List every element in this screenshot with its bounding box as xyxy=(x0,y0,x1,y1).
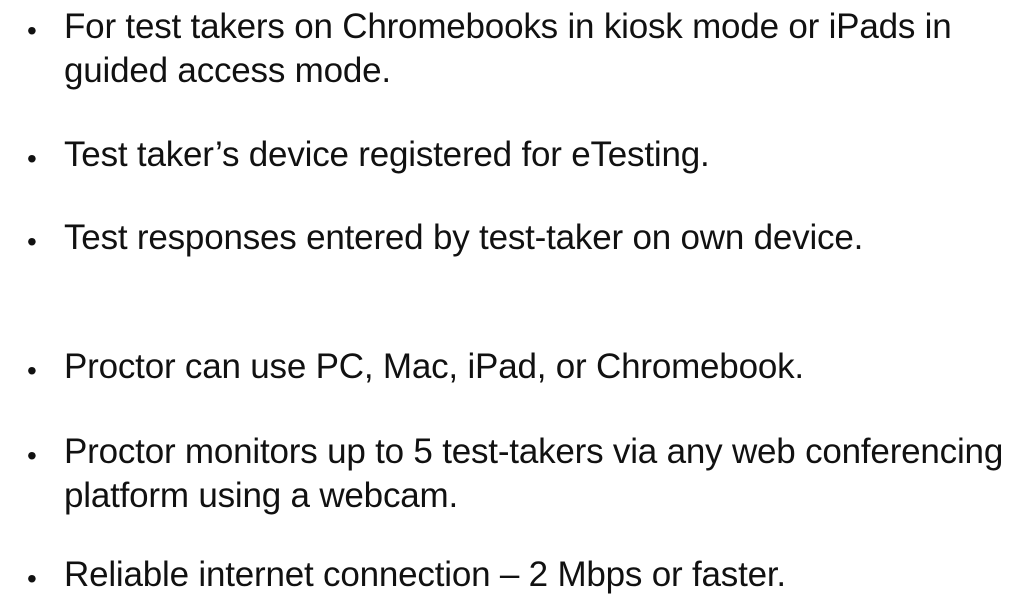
bullet-text: Reliable internet connection – 2 Mbps or… xyxy=(64,555,786,594)
bullet-text: Test taker’s device registered for eTest… xyxy=(64,135,710,174)
bullet-dot-icon: • xyxy=(27,143,37,174)
bullet-dot-icon: • xyxy=(27,226,37,257)
bullet-dot-icon: • xyxy=(27,563,37,594)
bullet-text: Test responses entered by test-taker on … xyxy=(64,218,864,257)
bullet-text: Proctor monitors up to 5 test-takers via… xyxy=(64,432,1004,515)
bullet-dot-icon: • xyxy=(27,15,37,46)
bullet-text: Proctor can use PC, Mac, iPad, or Chrome… xyxy=(64,347,804,386)
bullet-dot-icon: • xyxy=(27,440,37,471)
bullet-text: For test takers on Chromebooks in kiosk … xyxy=(64,7,952,90)
bullet-dot-icon: • xyxy=(27,355,37,386)
